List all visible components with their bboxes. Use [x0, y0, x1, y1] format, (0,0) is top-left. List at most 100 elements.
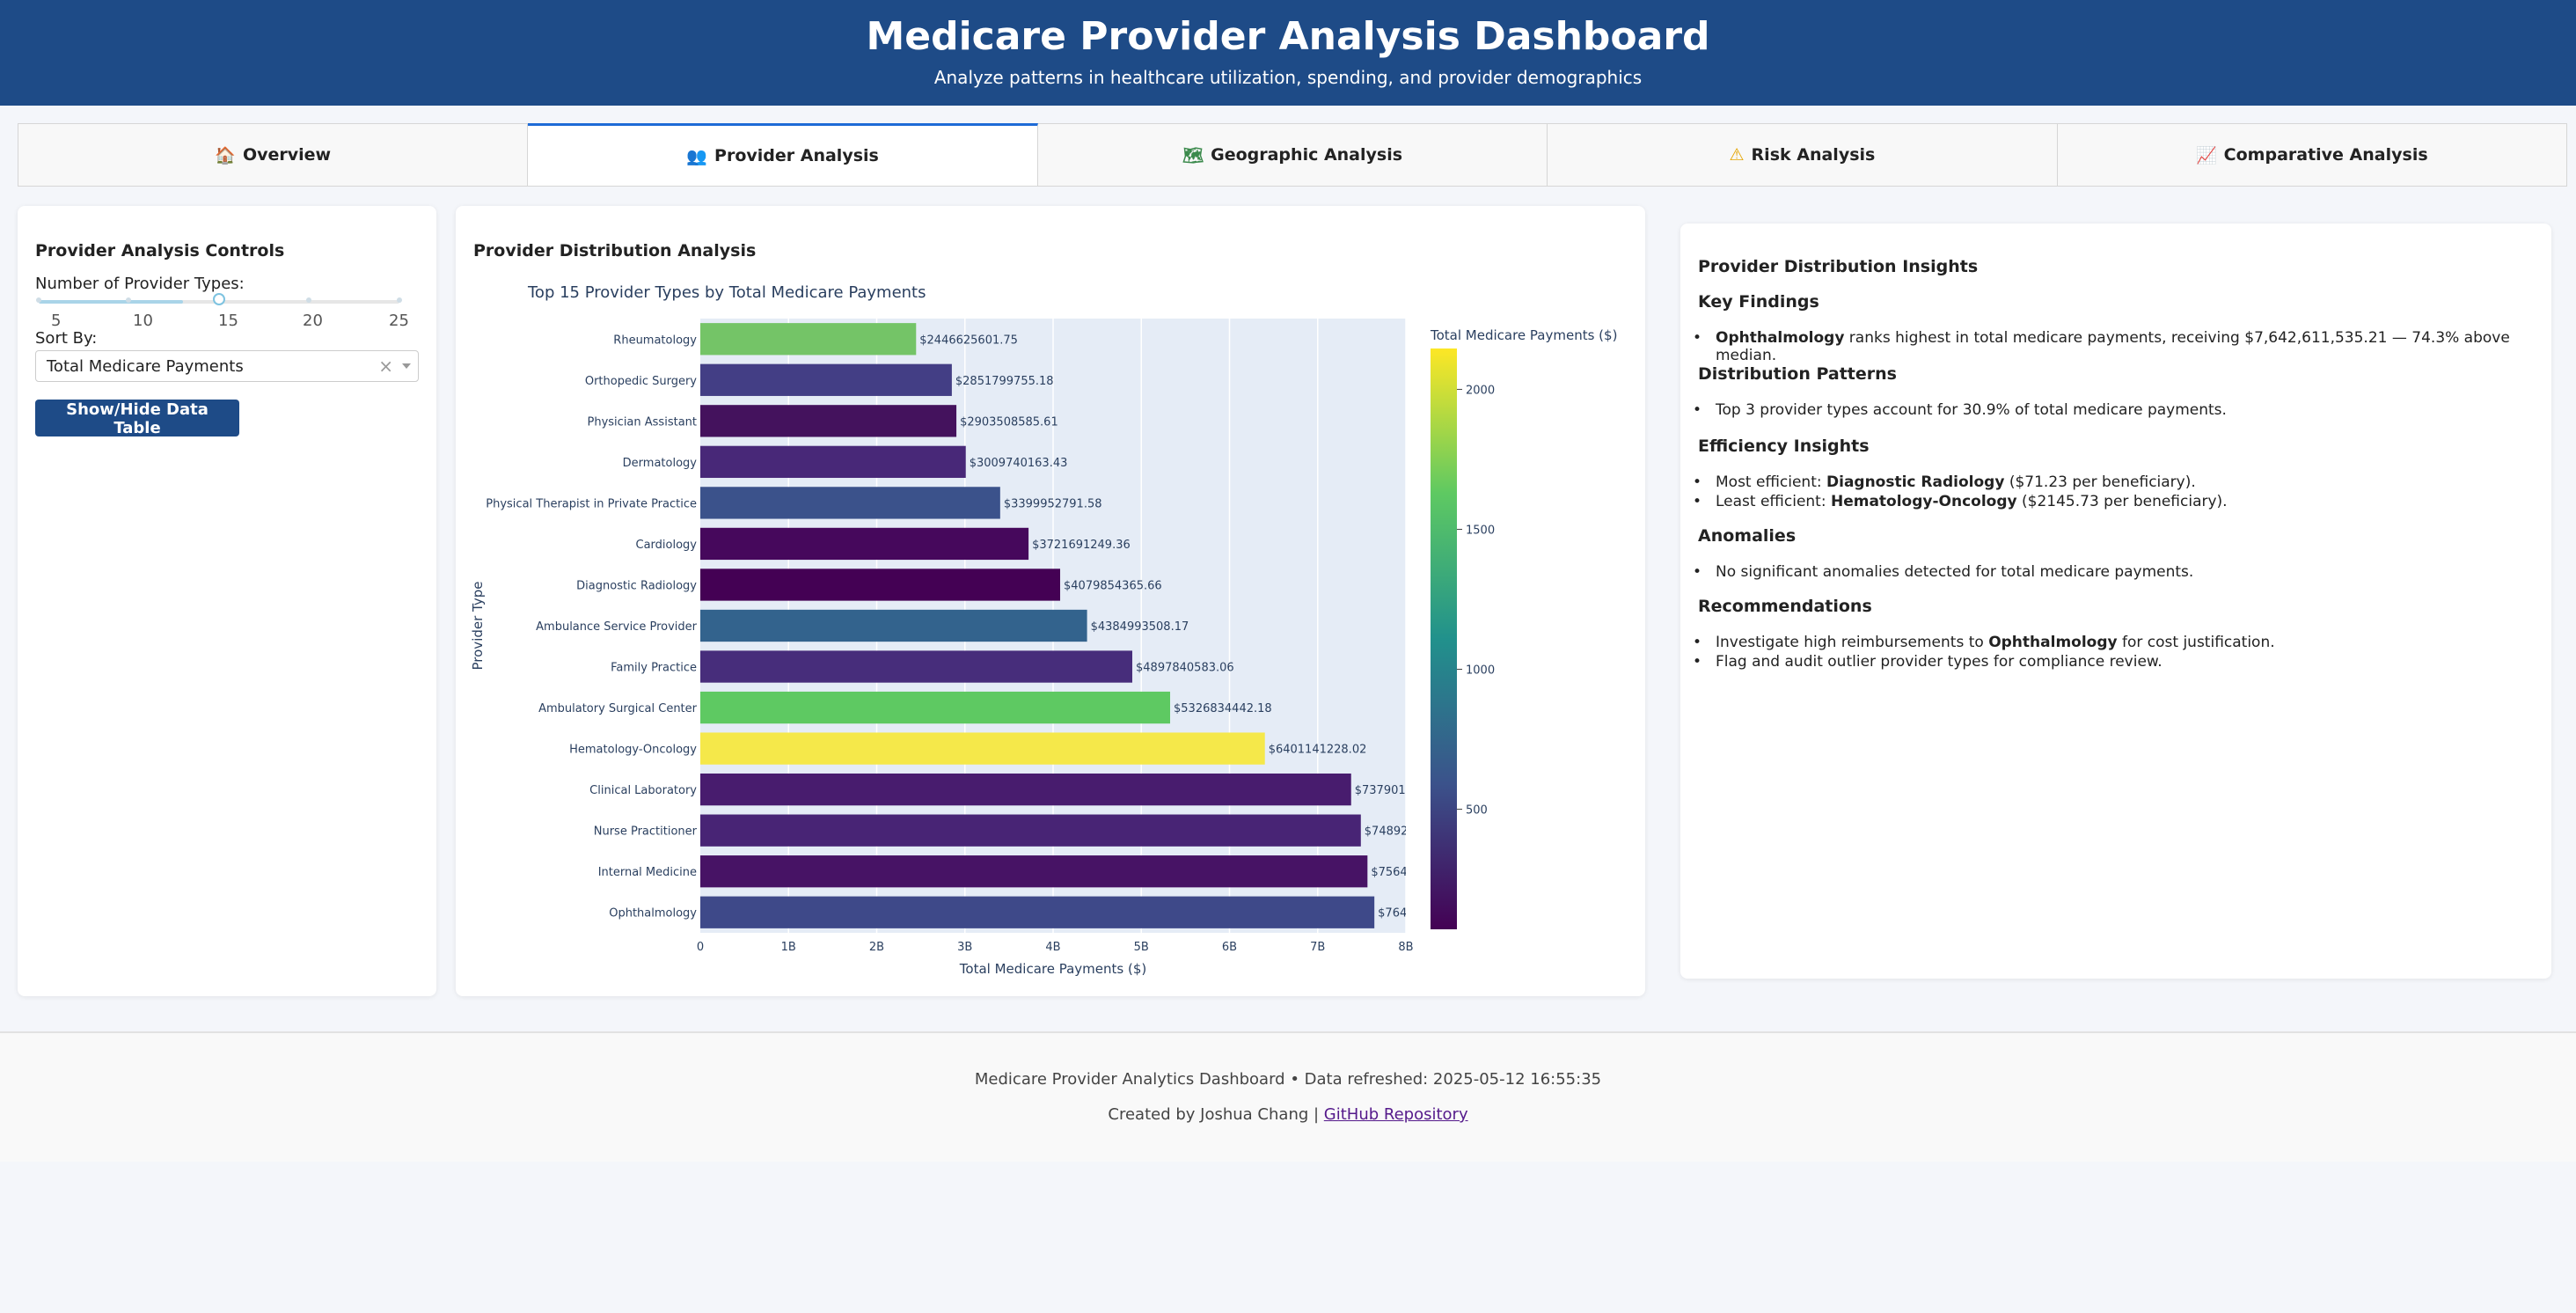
provider-name: Hematology-Oncology	[1830, 493, 2017, 510]
bar	[700, 363, 952, 396]
footer-credit: Created by Joshua Chang | GitHub Reposit…	[0, 1105, 2576, 1124]
y-tick-label: Ambulance Service Provider	[536, 620, 697, 634]
anomalies-heading: Anomalies	[1698, 526, 1797, 546]
chevron-down-icon[interactable]	[402, 363, 411, 369]
bar-value-label: $2851799755.18	[955, 375, 1054, 388]
y-tick-label: Physical Therapist in Private Practice	[486, 497, 697, 510]
tab-risk-analysis[interactable]: ⚠ Risk Analysis	[1548, 124, 2058, 186]
x-tick-label: 0	[697, 941, 704, 954]
tab-provider-analysis[interactable]: 👥 Provider Analysis	[528, 123, 1038, 186]
slider-mark: 20	[303, 312, 323, 330]
efficiency-text: ($71.23 per beneficiary).	[2004, 473, 2196, 491]
sort-label: Sort By:	[35, 329, 98, 348]
y-tick-label: Hematology-Oncology	[569, 744, 697, 757]
bar	[700, 650, 1133, 683]
bar	[700, 609, 1087, 642]
bar-value-label: $6401141228.02	[1269, 744, 1367, 757]
colorbar	[1431, 348, 1457, 929]
slider-mark: 15	[218, 312, 238, 330]
bar	[700, 568, 1061, 601]
x-tick-label: 7B	[1310, 941, 1325, 954]
controls-title: Provider Analysis Controls	[35, 241, 285, 260]
colorbar-title: Total Medicare Payments ($)	[1430, 327, 1617, 343]
bar-value-label: $4897840583.06	[1136, 662, 1234, 675]
slider-fill	[39, 300, 183, 304]
bar-value-label: $75644	[1371, 866, 1415, 879]
x-tick-label: 5B	[1134, 941, 1149, 954]
y-tick-label: Diagnostic Radiology	[576, 579, 697, 592]
slider-handle[interactable]	[213, 293, 225, 305]
y-tick-label: Ophthalmology	[609, 907, 697, 921]
bar-value-label: $7379012	[1355, 784, 1413, 797]
bar	[700, 855, 1368, 888]
tab-overview[interactable]: 🏠 Overview	[18, 124, 529, 186]
tab-comparative-analysis[interactable]: 📈 Comparative Analysis	[2058, 124, 2566, 186]
bar-value-label: $7642	[1378, 907, 1414, 921]
toggle-data-table-button[interactable]: Show/Hide Data Table	[35, 400, 239, 437]
slider-mark: 10	[133, 312, 153, 330]
warning-icon: ⚠	[1729, 145, 1745, 165]
efficiency-text: Most efficient:	[1716, 473, 1826, 491]
anomaly-item: No significant anomalies detected for to…	[1693, 563, 2193, 581]
recommendation-text: for cost justification.	[2117, 634, 2275, 651]
chart-title: Top 15 Provider Types by Total Medicare …	[527, 283, 926, 302]
slider-step	[306, 297, 311, 303]
bar	[700, 487, 1000, 519]
footer-author: Created by Joshua Chang |	[1108, 1105, 1324, 1124]
bar-value-label: $748920	[1365, 825, 1416, 839]
tab-label: Overview	[242, 145, 332, 165]
efficiency-text: Least efficient:	[1716, 493, 1831, 510]
bar-value-label: $2903508585.61	[960, 415, 1058, 429]
y-tick-label: Family Practice	[611, 662, 697, 675]
y-tick-label: Dermatology	[623, 457, 698, 470]
bar-value-label: $4079854365.66	[1064, 579, 1162, 592]
dashboard-header: Medicare Provider Analysis Dashboard Ana…	[0, 0, 2576, 106]
bar	[700, 814, 1361, 847]
y-tick-label: Ambulatory Surgical Center	[538, 702, 698, 715]
key-findings-heading: Key Findings	[1698, 292, 1819, 312]
provider-name: Ophthalmology	[1988, 634, 2118, 651]
x-tick-label: 8B	[1398, 941, 1413, 954]
bar	[700, 527, 1029, 561]
y-tick-label: Rheumatology	[613, 334, 697, 347]
bar	[700, 323, 917, 356]
tab-geographic-analysis[interactable]: 🗺 Geographic Analysis	[1038, 124, 1548, 186]
x-tick-label: 4B	[1045, 941, 1060, 954]
recommendations-heading: Recommendations	[1698, 597, 1872, 616]
slider-mark: 5	[51, 312, 62, 330]
slider-label: Number of Provider Types:	[35, 275, 245, 293]
bar-value-label: $3721691249.36	[1032, 539, 1131, 552]
github-link[interactable]: GitHub Repository	[1324, 1105, 1468, 1124]
provider-count-slider[interactable]	[36, 293, 402, 305]
house-icon: 🏠	[215, 145, 236, 165]
recommendation-text: Investigate high reimbursements to	[1716, 634, 1989, 651]
y-tick-label: Nurse Practitioner	[594, 825, 698, 839]
bar-value-label: $5326834442.18	[1174, 702, 1272, 715]
provider-bar-chart: Top 15 Provider Types by Total Medicare …	[470, 283, 1617, 977]
y-tick-label: Internal Medicine	[598, 866, 697, 879]
bar-value-label: $3399952791.58	[1004, 497, 1102, 510]
colorbar-tick-label: 500	[1466, 804, 1488, 818]
bar	[700, 896, 1375, 928]
y-tick-label: Cardiology	[636, 539, 698, 552]
footer: Medicare Provider Analytics Dashboard • …	[0, 1031, 2576, 1162]
tab-bar: 🏠 Overview 👥 Provider Analysis 🗺 Geograp…	[18, 123, 2567, 187]
provider-name: Diagnostic Radiology	[1826, 473, 2005, 491]
clear-icon[interactable]: ×	[378, 356, 393, 377]
bar	[700, 732, 1265, 765]
bar	[700, 691, 1171, 724]
provider-name: Ophthalmology	[1716, 329, 1845, 347]
tab-label: Provider Analysis	[714, 146, 879, 165]
y-tick-label: Orthopedic Surgery	[585, 375, 697, 388]
bar-value-label: $3009740163.43	[970, 457, 1068, 470]
efficiency-text: ($2145.73 per beneficiary).	[2016, 493, 2228, 510]
tab-label: Risk Analysis	[1751, 145, 1876, 165]
slider-step	[36, 297, 41, 303]
colorbar-tick-label: 2000	[1466, 384, 1495, 397]
bar	[700, 773, 1351, 806]
x-tick-label: 3B	[957, 941, 972, 954]
bar-value-label: $4384993508.17	[1091, 620, 1189, 634]
slider-step	[126, 297, 131, 303]
slider-mark: 25	[389, 312, 409, 330]
sort-by-select[interactable]: Total Medicare Payments ×	[35, 350, 419, 382]
